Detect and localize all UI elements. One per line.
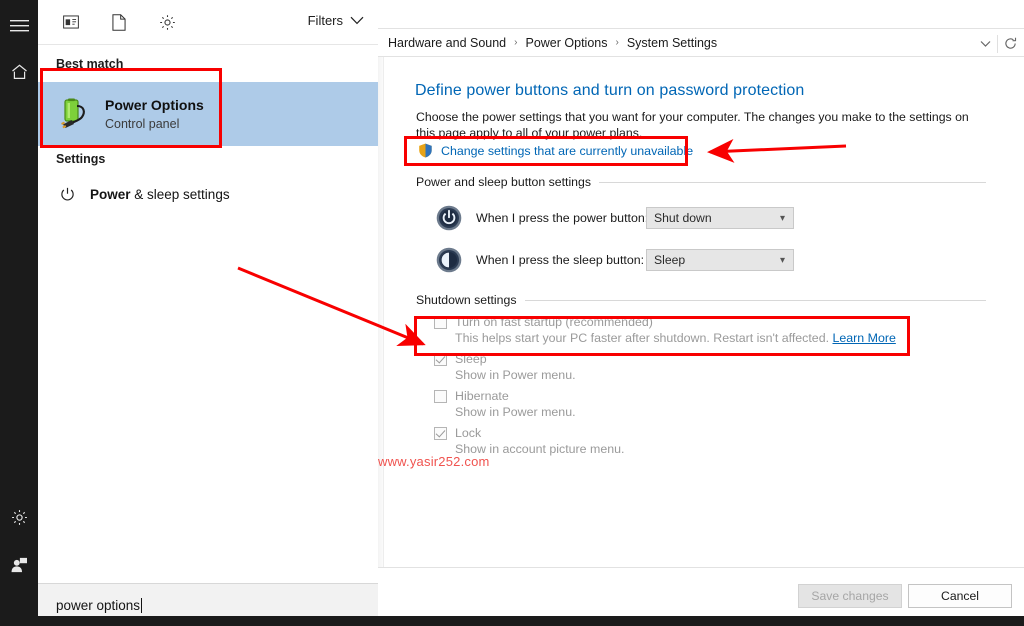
breadcrumb-item-system-settings[interactable]: System Settings [625, 36, 719, 50]
search-result-match-bold: Power [90, 187, 131, 202]
hibernate-checkbox[interactable] [434, 390, 447, 403]
shutdown-option-sleep: Sleep Show in Power menu. [434, 352, 576, 383]
documents-icon[interactable] [108, 11, 130, 33]
left-gutter [378, 57, 384, 567]
desktop-bottom-strip [0, 616, 1024, 626]
group-divider [599, 182, 986, 183]
chevron-down-icon: ▾ [780, 255, 785, 266]
checkbox-row[interactable]: Lock [434, 426, 624, 440]
breadcrumb-item-power-options[interactable]: Power Options [523, 36, 609, 50]
power-button-icon [436, 205, 462, 231]
hamburger-menu-icon[interactable] [0, 8, 38, 42]
group-shutdown-settings: Shutdown settings [416, 293, 986, 307]
annotation-box-fast-startup [414, 316, 910, 356]
hibernate-label: Hibernate [455, 389, 509, 403]
refresh-icon[interactable] [1000, 29, 1020, 58]
search-input-value: power options [56, 598, 140, 613]
group-power-and-sleep: Power and sleep button settings [416, 175, 986, 189]
settings-section-header: Settings [56, 152, 105, 166]
save-changes-button[interactable]: Save changes [798, 584, 902, 608]
hibernate-description: Show in Power menu. [455, 405, 576, 420]
watermark: www.yasir252.com [378, 454, 490, 469]
group-power-and-sleep-title: Power and sleep button settings [416, 175, 591, 189]
annotation-box-change-settings [404, 136, 688, 166]
search-category-icons [60, 11, 178, 33]
control-panel-body: Define power buttons and turn on passwor… [378, 57, 1024, 567]
power-symbol-icon [56, 187, 78, 202]
screenshot-root: Filters Best match Power [0, 0, 1024, 626]
apps-icon[interactable] [60, 11, 82, 33]
checkbox-row[interactable]: Hibernate [434, 389, 576, 403]
address-bar-divider [997, 35, 998, 53]
breadcrumb-separator-icon: › [609, 37, 624, 48]
lock-checkbox[interactable] [434, 427, 447, 440]
window-top-strip [378, 0, 1024, 28]
filters-label: Filters [308, 13, 343, 28]
shutdown-option-lock: Lock Show in account picture menu. [434, 426, 624, 457]
control-panel-window: Hardware and Sound › Power Options › Sys… [378, 0, 1024, 626]
power-button-label: When I press the power button: [476, 211, 648, 225]
chevron-down-icon [350, 16, 364, 25]
settings-gear-icon[interactable] [0, 500, 38, 534]
search-topbar: Filters [38, 0, 378, 45]
search-input[interactable]: power options [56, 598, 142, 613]
page-title: Define power buttons and turn on passwor… [415, 82, 804, 100]
sleep-button-label: When I press the sleep button: [476, 253, 644, 267]
setting-row-sleep-button: When I press the sleep button: [436, 247, 644, 273]
cancel-button[interactable]: Cancel [908, 584, 1012, 608]
group-shutdown-settings-title: Shutdown settings [416, 293, 517, 307]
filters-dropdown[interactable]: Filters [308, 13, 364, 28]
sleep-button-icon [436, 247, 462, 273]
address-bar[interactable]: Hardware and Sound › Power Options › Sys… [378, 28, 1024, 57]
chevron-down-icon: ▾ [780, 213, 785, 224]
search-result-label: Power & sleep settings [90, 187, 230, 202]
annotation-box-best-match [40, 68, 222, 148]
power-button-action-value: Shut down [654, 211, 712, 225]
setting-row-power-button: When I press the power button: [436, 205, 648, 231]
home-icon[interactable] [0, 55, 38, 89]
start-menu-rail [0, 0, 38, 626]
settings-gear-icon[interactable] [156, 11, 178, 33]
address-bar-buttons [975, 29, 1020, 58]
sleep-description: Show in Power menu. [455, 368, 576, 383]
sleep-button-action-dropdown[interactable]: Sleep ▾ [646, 249, 794, 271]
breadcrumb: Hardware and Sound › Power Options › Sys… [386, 36, 719, 50]
breadcrumb-item-hardware-and-sound[interactable]: Hardware and Sound [386, 36, 508, 50]
history-dropdown-icon[interactable] [975, 29, 995, 58]
group-divider [525, 300, 987, 301]
power-user-icon[interactable] [0, 548, 38, 582]
search-result-rest: & sleep settings [131, 187, 230, 202]
text-caret [141, 598, 142, 613]
search-result-power-sleep-settings[interactable]: Power & sleep settings [38, 178, 378, 210]
power-button-action-dropdown[interactable]: Shut down ▾ [646, 207, 794, 229]
shutdown-option-hibernate: Hibernate Show in Power menu. [434, 389, 576, 420]
lock-label: Lock [455, 426, 481, 440]
breadcrumb-separator-icon: › [508, 37, 523, 48]
sleep-button-action-value: Sleep [654, 253, 685, 267]
